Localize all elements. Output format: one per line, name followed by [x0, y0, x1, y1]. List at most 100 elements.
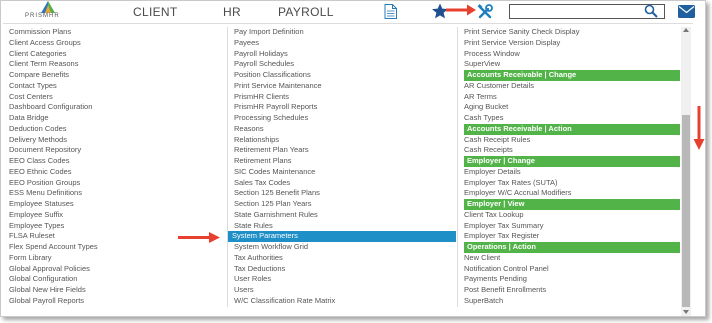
menu-item[interactable]: Global Payroll Reports [9, 296, 225, 307]
menu-item[interactable]: EEO Class Codes [9, 156, 225, 167]
menu-item-selected[interactable]: System Parameters [228, 231, 456, 242]
menu-item[interactable]: Section 125 Plan Years [234, 199, 455, 210]
scroll-up-icon[interactable] [683, 28, 689, 32]
scroll-down-icon[interactable] [683, 310, 689, 314]
menu-item[interactable]: New Client [464, 253, 683, 264]
menu-item[interactable]: Processing Schedules [234, 113, 455, 124]
menu-item[interactable]: Global Approval Policies [9, 264, 225, 275]
menu-item[interactable]: ESS Menu Definitions [9, 188, 225, 199]
menu-item[interactable]: Global New Hire Fields [9, 285, 225, 296]
menu-item[interactable]: Document Repository [9, 145, 225, 156]
top-navigation-bar: PRISMHR CLIENT HR PAYROLL [1, 1, 705, 23]
menu-item[interactable]: Form Library [9, 253, 225, 264]
menu-item[interactable]: Payees [234, 38, 455, 49]
menu-item[interactable]: SuperBatch [464, 296, 683, 307]
red-arrow-annotation-icon [178, 232, 220, 243]
menu-item[interactable]: PrismHR Payroll Reports [234, 102, 455, 113]
menu-item[interactable]: Payroll Holidays [234, 49, 455, 60]
menu-item[interactable]: PrismHR Clients [234, 92, 455, 103]
settings-mega-menu: Commission Plans Client Access Groups Clie… [3, 23, 693, 316]
menu-item[interactable]: W/C Classification Rate Matrix [234, 296, 455, 307]
menu-item[interactable]: User Roles [234, 274, 455, 285]
menu-item[interactable]: Section 125 Benefit Plans [234, 188, 455, 199]
menu-item[interactable]: Employer Tax Register [464, 231, 683, 242]
menu-item[interactable]: Print Service Sanity Check Display [464, 27, 683, 38]
menu-item[interactable]: Delivery Methods [9, 135, 225, 146]
menu-column-1: Commission Plans Client Access Groups Clie… [9, 27, 225, 307]
menu-item[interactable]: Client Categories [9, 49, 225, 60]
menu-item[interactable]: Employer Details [464, 167, 683, 178]
menu-item[interactable]: Notification Control Panel [464, 264, 683, 275]
menu-item[interactable]: State Garnishment Rules [234, 210, 455, 221]
menu-section-header: Employer | Change [464, 156, 680, 167]
scrollbar-thumb[interactable] [682, 115, 690, 307]
menu-item[interactable]: Position Classifications [234, 70, 455, 81]
tools-icon[interactable] [477, 4, 493, 20]
menu-item[interactable]: Reasons [234, 124, 455, 135]
search-icon[interactable] [644, 4, 658, 18]
menu-item[interactable]: EEO Position Groups [9, 178, 225, 189]
menu-item[interactable]: Payments Pending [464, 274, 683, 285]
menu-item[interactable]: EEO Ethnic Codes [9, 167, 225, 178]
menu-item[interactable]: Deduction Codes [9, 124, 225, 135]
menu-column-3: Print Service Sanity Check Display Print … [457, 27, 683, 307]
menu-item[interactable]: Retirement Plans [234, 156, 455, 167]
menu-item[interactable]: Retirement Plan Years [234, 145, 455, 156]
menu-item[interactable]: Cash Receipt Rules [464, 135, 683, 146]
menu-item[interactable]: Aging Bucket [464, 102, 683, 113]
menu-item[interactable]: Client Tax Lookup [464, 210, 683, 221]
menu-item[interactable]: Employee Statuses [9, 199, 225, 210]
menu-item[interactable]: AR Terms [464, 92, 683, 103]
menu-item[interactable]: Global Configuration [9, 274, 225, 285]
document-icon[interactable] [384, 4, 397, 19]
menu-section-header: Accounts Receivable | Action [464, 123, 680, 135]
nav-payroll[interactable]: PAYROLL [278, 5, 334, 19]
menu-item[interactable]: Client Term Reasons [9, 59, 225, 70]
app-window: PRISMHR CLIENT HR PAYROLL Commission Pla… [0, 0, 706, 317]
menu-section-header: Accounts Receivable | Change [464, 70, 680, 81]
menu-item[interactable]: Relationships [234, 135, 455, 146]
menu-item[interactable]: AR Customer Details [464, 81, 683, 92]
menu-item[interactable]: State Rules [234, 221, 455, 232]
menu-item[interactable]: Sales Tax Codes [234, 178, 455, 189]
menu-item[interactable]: Tax Deductions [234, 264, 455, 275]
menu-item[interactable]: SuperView [464, 59, 683, 70]
menu-section-header: Operations | Action [464, 242, 680, 253]
menu-item[interactable]: Payroll Schedules [234, 59, 455, 70]
search-input[interactable] [509, 4, 665, 19]
menu-item[interactable]: Employer W/C Accrual Modifiers [464, 188, 683, 199]
menu-item[interactable]: Print Service Maintenance [234, 81, 455, 92]
prismhr-logo[interactable]: PRISMHR [19, 1, 79, 22]
menu-item[interactable]: Tax Authorities [234, 253, 455, 264]
menu-item[interactable]: System Workflow Grid [234, 242, 455, 253]
menu-item[interactable]: Client Access Groups [9, 38, 225, 49]
menu-item[interactable]: Pay Import Definition [234, 27, 455, 38]
menu-item[interactable]: Compare Benefits [9, 70, 225, 81]
menu-item[interactable]: Cash Receipts [464, 145, 683, 156]
menu-item[interactable]: Employee Types [9, 221, 225, 232]
mail-icon[interactable] [678, 5, 695, 18]
menu-column-2: Pay Import Definition Payees Payroll Holid… [227, 27, 456, 307]
prism-logo-icon [41, 1, 55, 13]
menu-item[interactable]: Contact Types [9, 81, 225, 92]
red-arrow-annotation-icon [693, 106, 705, 150]
menu-item[interactable]: Process Window [464, 49, 683, 60]
red-arrow-annotation-icon [446, 4, 476, 16]
menu-section-header: Employer | View [464, 199, 680, 210]
menu-item[interactable]: Employer Tax Rates (SUTA) [464, 178, 683, 189]
logo-text: PRISMHR [25, 13, 60, 19]
menu-item[interactable]: SIC Codes Maintenance [234, 167, 455, 178]
vertical-scrollbar[interactable] [681, 27, 691, 316]
nav-hr[interactable]: HR [223, 5, 241, 19]
menu-item[interactable]: Employer Tax Summary [464, 221, 683, 232]
menu-item[interactable]: Commission Plans [9, 27, 225, 38]
menu-item[interactable]: Data Bridge [9, 113, 225, 124]
menu-item[interactable]: Employee Suffix [9, 210, 225, 221]
menu-item[interactable]: Cash Types [464, 113, 683, 124]
nav-client[interactable]: CLIENT [133, 5, 177, 19]
menu-item[interactable]: Post Benefit Enrollments [464, 285, 683, 296]
menu-item[interactable]: Cost Centers [9, 92, 225, 103]
menu-item[interactable]: Users [234, 285, 455, 296]
menu-item[interactable]: Dashboard Configuration [9, 102, 225, 113]
menu-item[interactable]: Print Service Version Display [464, 38, 683, 49]
